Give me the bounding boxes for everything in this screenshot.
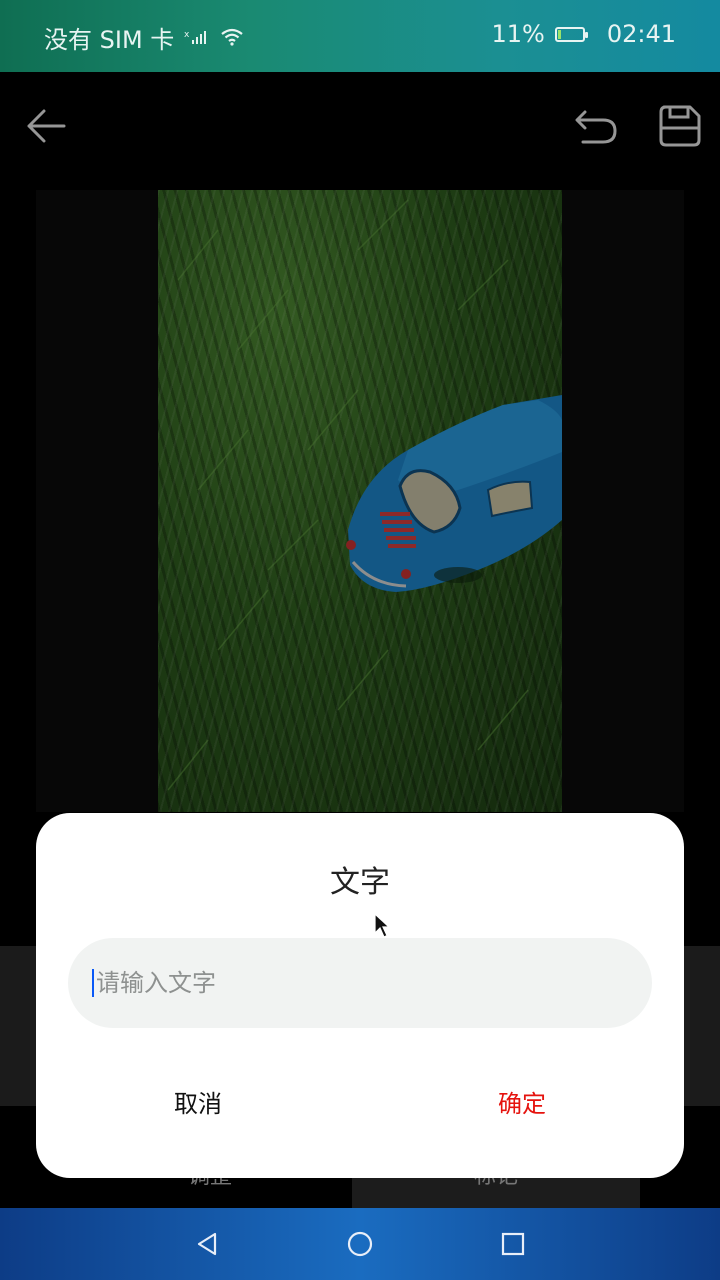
- nav-recent-button[interactable]: [495, 1226, 531, 1262]
- battery-percent: 11%: [491, 20, 545, 48]
- text-input-dialog: 文字 取消 确定: [36, 813, 684, 1178]
- nav-back-button[interactable]: [189, 1226, 225, 1262]
- clock: 02:41: [606, 20, 676, 48]
- mouse-pointer-icon: [374, 913, 390, 938]
- wifi-icon: [220, 24, 244, 52]
- status-right: 11% 02:41: [491, 20, 676, 48]
- text-input[interactable]: [96, 969, 616, 997]
- system-nav-bar: [0, 1208, 720, 1280]
- carrier-text: 没有 SIM 卡: [44, 26, 175, 54]
- nav-home-button[interactable]: [342, 1226, 378, 1262]
- nav-recent-icon: [501, 1232, 525, 1256]
- signal-icon: x: [184, 24, 210, 52]
- battery-icon: [554, 26, 588, 42]
- nav-home-icon: [347, 1231, 373, 1257]
- nav-back-icon: [197, 1232, 217, 1256]
- svg-text:x: x: [184, 30, 190, 40]
- confirm-button[interactable]: 确定: [422, 1079, 622, 1123]
- dialog-title: 文字: [330, 865, 390, 900]
- text-caret: [92, 969, 94, 997]
- status-left: 没有 SIM 卡 x: [44, 20, 244, 55]
- text-input-container[interactable]: [68, 938, 652, 1028]
- status-bar: 没有 SIM 卡 x 11% 02:41: [0, 0, 720, 72]
- cancel-button[interactable]: 取消: [98, 1079, 298, 1123]
